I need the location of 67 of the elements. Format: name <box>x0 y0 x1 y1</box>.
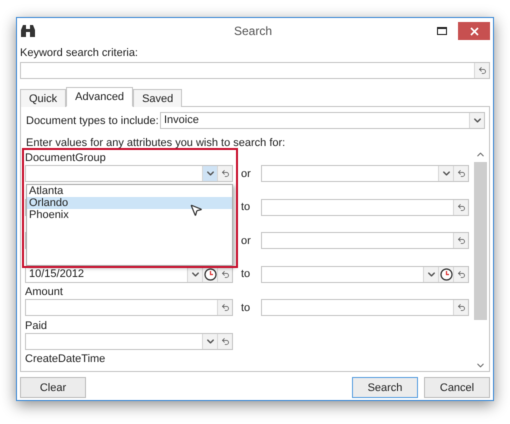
tab[interactable]: Quick <box>20 89 66 107</box>
dropdown-option[interactable]: Phoenix <box>27 209 232 221</box>
dropdown-button[interactable] <box>438 166 453 181</box>
instructions-text: Enter values for any attributes you wish to search for: <box>26 137 286 149</box>
keyword-field[interactable] <box>20 62 490 79</box>
cancel-button[interactable]: Cancel <box>424 377 490 398</box>
combo-field[interactable] <box>25 165 233 182</box>
time-button[interactable] <box>438 266 453 282</box>
dropdown-button[interactable] <box>469 113 484 128</box>
tab[interactable]: Saved <box>133 89 182 107</box>
keyword-label: Keyword search criteria: <box>20 47 139 60</box>
reset-button[interactable] <box>217 300 232 315</box>
date-value: 10/15/2012 <box>28 266 86 282</box>
close-button[interactable] <box>458 22 490 40</box>
dropdown-button[interactable] <box>423 266 438 282</box>
input-field[interactable] <box>261 198 469 216</box>
reset-button[interactable] <box>217 334 232 348</box>
connector-label: or <box>240 168 252 180</box>
undo-icon <box>220 169 230 178</box>
window-title: Search <box>232 24 274 38</box>
close-icon <box>470 26 478 36</box>
document-types-label: Document types to include: <box>26 114 160 126</box>
undo-icon <box>456 169 466 178</box>
connector-label: to <box>240 302 252 314</box>
binoculars-icon <box>20 24 36 38</box>
dropdown-button[interactable] <box>202 334 217 348</box>
attribute-label: Amount <box>25 286 64 299</box>
attribute-label: DocumentGroup <box>25 152 107 165</box>
undo-icon <box>220 270 230 278</box>
undo-icon <box>478 66 486 75</box>
dropdown-option[interactable]: Orlando <box>27 197 232 209</box>
combo-field[interactable] <box>25 332 233 350</box>
attribute-label: Paid <box>25 320 48 332</box>
connector-label: or <box>240 234 252 246</box>
undo-icon <box>456 303 466 312</box>
date-field[interactable] <box>261 266 469 282</box>
connector-label: to <box>240 201 252 213</box>
reset-button[interactable] <box>453 233 468 248</box>
reset-button[interactable] <box>474 63 489 78</box>
reset-button[interactable] <box>217 166 232 181</box>
reset-button[interactable] <box>453 300 468 315</box>
undo-icon <box>220 303 230 312</box>
clear-button[interactable]: Clear <box>20 377 86 398</box>
undo-icon <box>456 236 466 245</box>
reset-button[interactable] <box>453 166 468 181</box>
search-button[interactable]: Search <box>352 377 418 398</box>
input-field[interactable] <box>261 299 469 316</box>
attribute-label: CreateDateTime <box>25 353 106 366</box>
combo-field[interactable] <box>261 165 469 182</box>
undo-icon <box>456 270 466 278</box>
undo-icon <box>456 202 466 212</box>
input-field[interactable] <box>25 299 233 316</box>
maximize-icon <box>437 27 447 35</box>
scroll-thumb[interactable] <box>474 162 486 320</box>
reset-button[interactable] <box>453 266 468 282</box>
dropdown-button[interactable] <box>202 166 217 181</box>
clock-icon <box>204 268 216 280</box>
tab[interactable]: Advanced <box>66 87 134 107</box>
dropdown-option[interactable]: Atlanta <box>27 185 232 197</box>
undo-icon <box>220 336 230 346</box>
mouse-cursor-icon <box>189 203 203 217</box>
clock-icon <box>440 268 452 280</box>
reset-button[interactable] <box>453 200 468 214</box>
connector-label: to <box>240 268 252 280</box>
combo-value: Invoice <box>163 113 200 128</box>
input-field[interactable] <box>261 232 469 249</box>
document-types-combo[interactable]: Invoice <box>160 112 485 129</box>
